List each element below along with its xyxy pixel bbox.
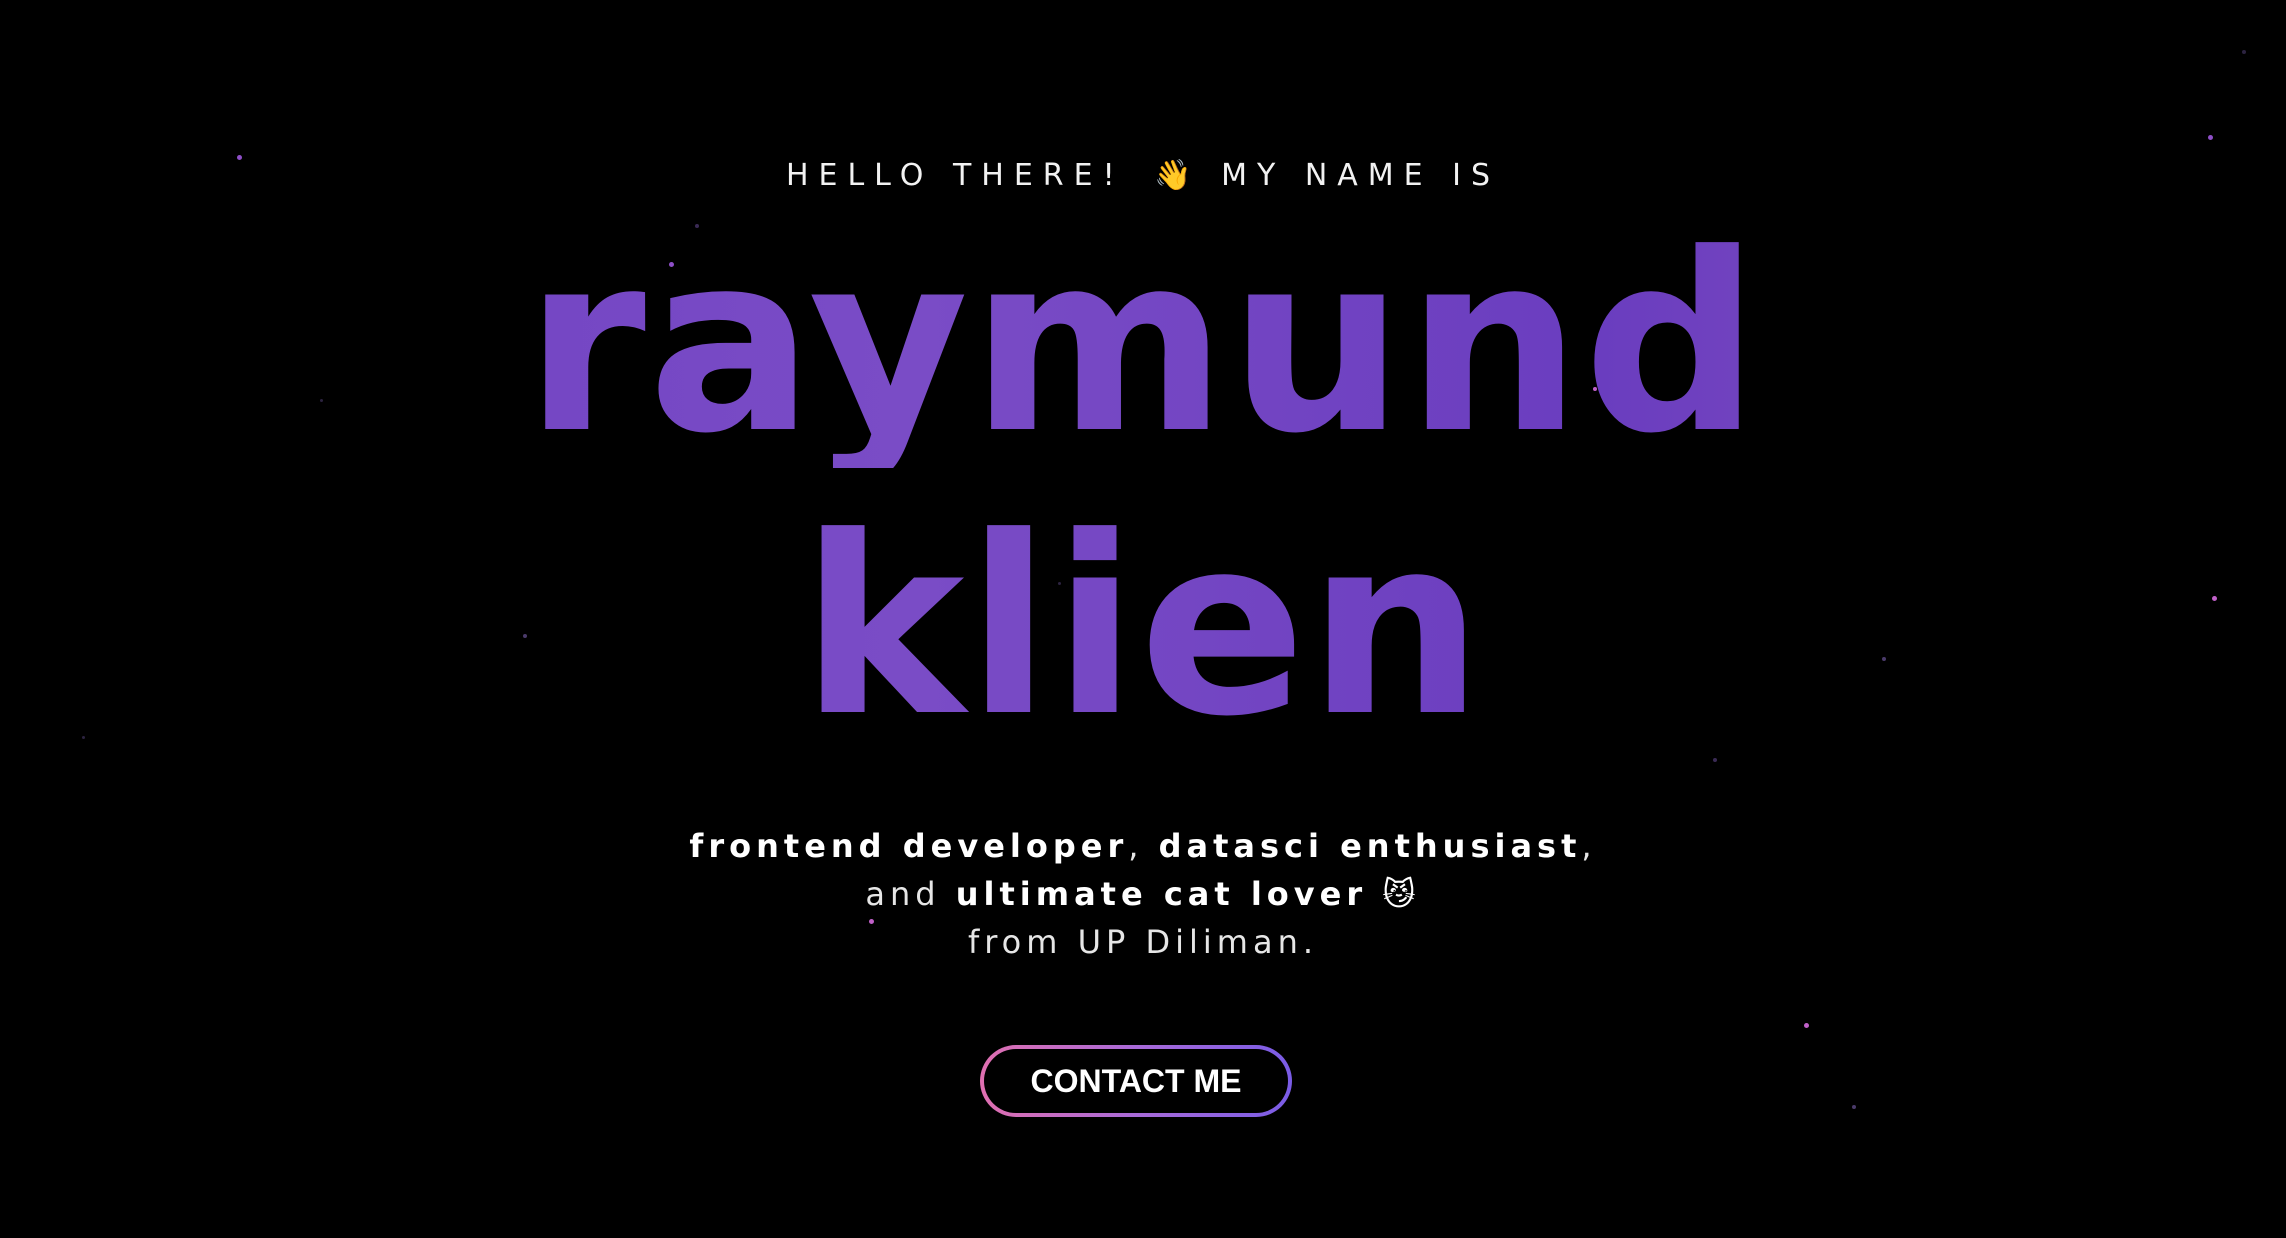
star-icon bbox=[2242, 50, 2246, 54]
name-last: klien bbox=[0, 505, 2286, 751]
role-end: , bbox=[1581, 827, 1597, 865]
tagline-and: and bbox=[865, 875, 956, 913]
star-icon bbox=[1713, 758, 1717, 762]
greeting-left: HELLO THERE! bbox=[785, 158, 1125, 193]
role-frontend: frontend developer bbox=[689, 827, 1129, 865]
role-cat-lover: ultimate cat lover bbox=[955, 875, 1368, 913]
star-icon bbox=[1804, 1023, 1809, 1028]
greeting-right: MY NAME IS bbox=[1221, 158, 1501, 193]
tagline-line-2: and ultimate cat lover 😼 bbox=[0, 870, 2286, 918]
name-first: raymund bbox=[0, 222, 2286, 468]
tagline-line-1: frontend developer, datasci enthusiast, bbox=[0, 822, 2286, 870]
contact-me-label: CONTACT ME bbox=[984, 1049, 1288, 1113]
contact-me-button[interactable]: CONTACT ME bbox=[980, 1045, 1292, 1117]
wave-icon: 👋 bbox=[1154, 158, 1192, 193]
tagline-line-3: from UP Diliman. bbox=[967, 923, 1319, 961]
cat-icon: 😼 bbox=[1382, 875, 1421, 913]
hero-section: HELLO THERE! 👋 MY NAME IS raymund klien … bbox=[0, 0, 2286, 1238]
star-icon bbox=[2208, 135, 2213, 140]
role-datasci: datasci enthusiast bbox=[1158, 827, 1582, 865]
role-separator: , bbox=[1128, 827, 1159, 865]
greeting-text: HELLO THERE! 👋 MY NAME IS bbox=[0, 158, 2286, 193]
star-icon bbox=[1852, 1105, 1856, 1109]
